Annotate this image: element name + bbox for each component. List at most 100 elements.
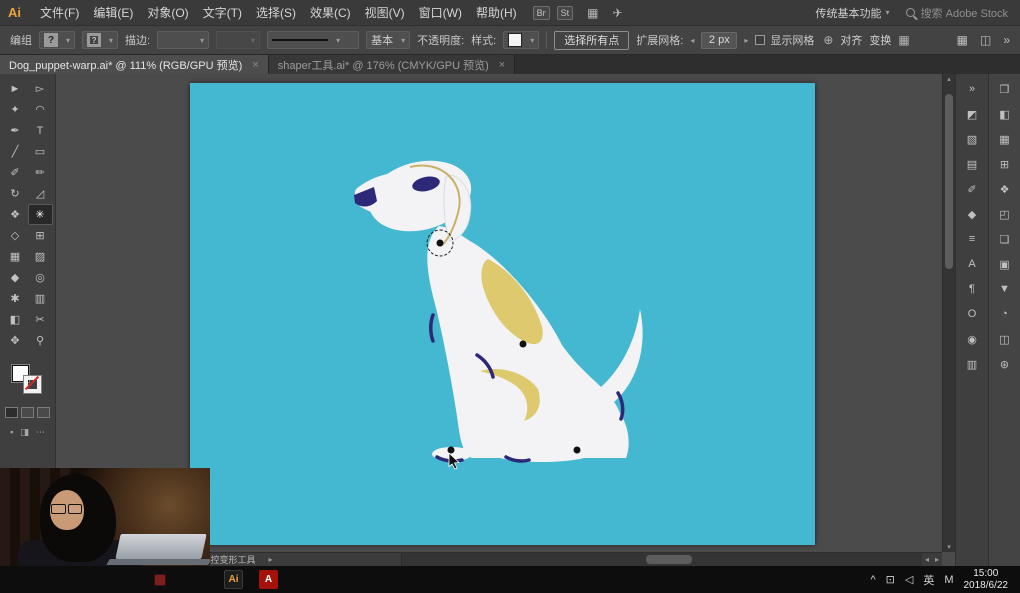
stroke-panel-icon[interactable]: ≡ bbox=[961, 230, 983, 248]
tab-close-icon[interactable]: × bbox=[499, 59, 505, 71]
horizontal-scrollbar[interactable] bbox=[401, 553, 922, 566]
width-profile-combo[interactable]: ▾ bbox=[216, 31, 260, 49]
stock-badge[interactable]: St bbox=[557, 6, 574, 20]
character-panel-icon[interactable]: A bbox=[961, 255, 983, 273]
scroll-down-icon[interactable]: ▾ bbox=[943, 543, 955, 551]
info-panel-icon[interactable]: ◔ bbox=[994, 305, 1016, 323]
blend-tool[interactable]: ◎ bbox=[28, 267, 53, 288]
menu-file[interactable]: 文件(F) bbox=[33, 4, 86, 21]
selection-tool[interactable]: ► bbox=[3, 78, 28, 99]
symbols-panel-icon[interactable]: ◆ bbox=[961, 205, 983, 223]
gradient-tool[interactable]: ▨ bbox=[28, 246, 53, 267]
align-panel-icon[interactable]: ⊞ bbox=[994, 155, 1016, 173]
menu-effect[interactable]: 效果(C) bbox=[303, 4, 358, 21]
lasso-tool[interactable]: ◠ bbox=[28, 99, 53, 120]
asset-export-panel-icon[interactable]: ▼ bbox=[994, 280, 1016, 298]
display-icon[interactable]: ⊡ bbox=[886, 573, 895, 586]
menu-window[interactable]: 窗口(W) bbox=[412, 4, 469, 21]
menu-type[interactable]: 文字(T) bbox=[196, 4, 249, 21]
paragraph-panel-icon[interactable]: ¶ bbox=[961, 280, 983, 298]
collapse-panels-icon[interactable]: » bbox=[961, 80, 983, 98]
pencil-tool[interactable]: ✏ bbox=[28, 162, 53, 183]
navigator-panel-icon[interactable]: ◫ bbox=[994, 330, 1016, 348]
color-panel-icon[interactable]: ◩ bbox=[961, 105, 983, 123]
menu-object[interactable]: 对象(O) bbox=[140, 4, 195, 21]
adjustments-panel-icon[interactable]: ◧ bbox=[994, 105, 1016, 123]
align-link[interactable]: 对齐 bbox=[840, 32, 862, 48]
free-transform-tool[interactable]: ◇ bbox=[3, 225, 28, 246]
menu-edit[interactable]: 编辑(E) bbox=[86, 4, 140, 21]
pattern-panel-icon[interactable]: ▦ bbox=[994, 130, 1016, 148]
eyedropper-tool[interactable]: ◆ bbox=[3, 267, 28, 288]
vertical-scrollbar[interactable]: ▴ ▾ bbox=[942, 74, 955, 552]
direct-selection-tool[interactable]: ▻ bbox=[28, 78, 53, 99]
draw-behind-mode-button[interactable] bbox=[21, 407, 34, 418]
paintbrush-tool[interactable]: ✐ bbox=[3, 162, 28, 183]
puppet-warp-tool[interactable]: ✳ bbox=[28, 204, 53, 225]
artboard-tool[interactable]: ◧ bbox=[3, 309, 28, 330]
horizontal-scroll-thumb[interactable] bbox=[646, 555, 692, 564]
vertical-scroll-thumb[interactable] bbox=[945, 94, 953, 269]
slice-tool[interactable]: ✂ bbox=[28, 309, 53, 330]
brush-definition-combo[interactable]: 基本 ▾ bbox=[366, 31, 410, 49]
show-mesh-checkbox[interactable]: 显示网格 bbox=[755, 32, 814, 48]
graphic-style-combo[interactable]: ▾ bbox=[503, 31, 539, 49]
fill-color-combo[interactable]: ? ▾ bbox=[39, 31, 75, 49]
settings-panel-icon[interactable]: ⊛ bbox=[994, 355, 1016, 373]
transform-panel-icon[interactable]: ◰ bbox=[994, 205, 1016, 223]
share-icon[interactable]: ✈ bbox=[613, 6, 623, 20]
expand-mesh-value[interactable]: 2 px bbox=[701, 32, 737, 49]
menu-view[interactable]: 视图(V) bbox=[358, 4, 412, 21]
rectangle-tool[interactable]: ▭ bbox=[28, 141, 53, 162]
zoom-tool[interactable]: ⚲ bbox=[28, 330, 53, 351]
stroke-color-swatch[interactable] bbox=[24, 376, 41, 393]
tab-dog-puppet-warp[interactable]: Dog_puppet-warp.ai* @ 111% (RGB/GPU 预览) … bbox=[0, 55, 269, 74]
bridge-badge[interactable]: Br bbox=[533, 6, 550, 20]
decrease-icon[interactable]: ◂ bbox=[690, 36, 694, 45]
artboard[interactable] bbox=[190, 83, 815, 545]
illustrator-taskbar-icon[interactable]: Ai bbox=[224, 570, 243, 589]
menu-select[interactable]: 选择(S) bbox=[249, 4, 303, 21]
color-guide-panel-icon[interactable]: ▧ bbox=[961, 130, 983, 148]
line-segment-tool[interactable]: ╱ bbox=[3, 141, 28, 162]
stock-search[interactable]: 搜索 Adobe Stock bbox=[906, 5, 1008, 21]
language-indicator[interactable]: 英 bbox=[923, 572, 934, 588]
perspective-grid-tool[interactable]: ⊞ bbox=[28, 225, 53, 246]
swatches-panel-icon[interactable]: ▤ bbox=[961, 155, 983, 173]
workspace-switcher[interactable]: 传统基本功能 ▾ bbox=[816, 5, 890, 21]
mesh-tool[interactable]: ▦ bbox=[3, 246, 28, 267]
brushes-panel-icon[interactable]: ✐ bbox=[961, 180, 983, 198]
scroll-up-icon[interactable]: ▴ bbox=[943, 75, 955, 83]
type-tool[interactable]: T bbox=[28, 120, 53, 141]
stroke-color-combo[interactable]: ? ▾ bbox=[82, 31, 118, 49]
stroke-style-combo[interactable]: ▾ bbox=[267, 31, 359, 49]
clock[interactable]: 15:00 2018/6/22 bbox=[964, 568, 1013, 592]
draw-inside-mode-button[interactable] bbox=[37, 407, 50, 418]
arrange-documents-icon[interactable]: ▦ bbox=[587, 6, 598, 20]
volume-icon[interactable]: ◁ bbox=[905, 573, 913, 586]
artboards-panel-icon[interactable]: ▣ bbox=[994, 255, 1016, 273]
status-next-icon[interactable]: ▸ bbox=[266, 555, 276, 564]
hand-tool[interactable]: ✥ bbox=[3, 330, 28, 351]
globe-icon[interactable]: ⊕ bbox=[823, 33, 833, 47]
panel-layout-icon[interactable]: ◫ bbox=[980, 33, 991, 47]
width-tool[interactable]: ❖ bbox=[3, 204, 28, 225]
scroll-right-icon[interactable]: ▸ bbox=[932, 555, 942, 564]
workspace-grid-icon[interactable]: ▦ bbox=[957, 33, 968, 47]
scroll-left-icon[interactable]: ◂ bbox=[922, 555, 932, 564]
draw-normal-mode-button[interactable] bbox=[5, 407, 18, 418]
pen-tool[interactable]: ✒ bbox=[3, 120, 28, 141]
tray-expand-icon[interactable]: ^ bbox=[870, 574, 875, 586]
transform-grid-icon[interactable]: ▦ bbox=[898, 33, 909, 47]
symbol-sprayer-tool[interactable]: ✱ bbox=[3, 288, 28, 309]
tab-shaper-tool[interactable]: shaper工具.ai* @ 176% (CMYK/GPU 预览) × bbox=[269, 55, 516, 74]
acrobat-taskbar-icon[interactable]: A bbox=[259, 570, 278, 589]
transform-link[interactable]: 变换 bbox=[869, 32, 891, 48]
rotate-tool[interactable]: ↻ bbox=[3, 183, 28, 204]
gradient-panel-icon[interactable]: ▥ bbox=[961, 355, 983, 373]
pathfinder-panel-icon[interactable]: ❖ bbox=[994, 180, 1016, 198]
increase-icon[interactable]: ▸ bbox=[744, 36, 748, 45]
scale-tool[interactable]: ◿ bbox=[28, 183, 53, 204]
stroke-weight-combo[interactable]: ▾ bbox=[157, 31, 209, 49]
recorder-app-icon[interactable] bbox=[154, 574, 166, 586]
